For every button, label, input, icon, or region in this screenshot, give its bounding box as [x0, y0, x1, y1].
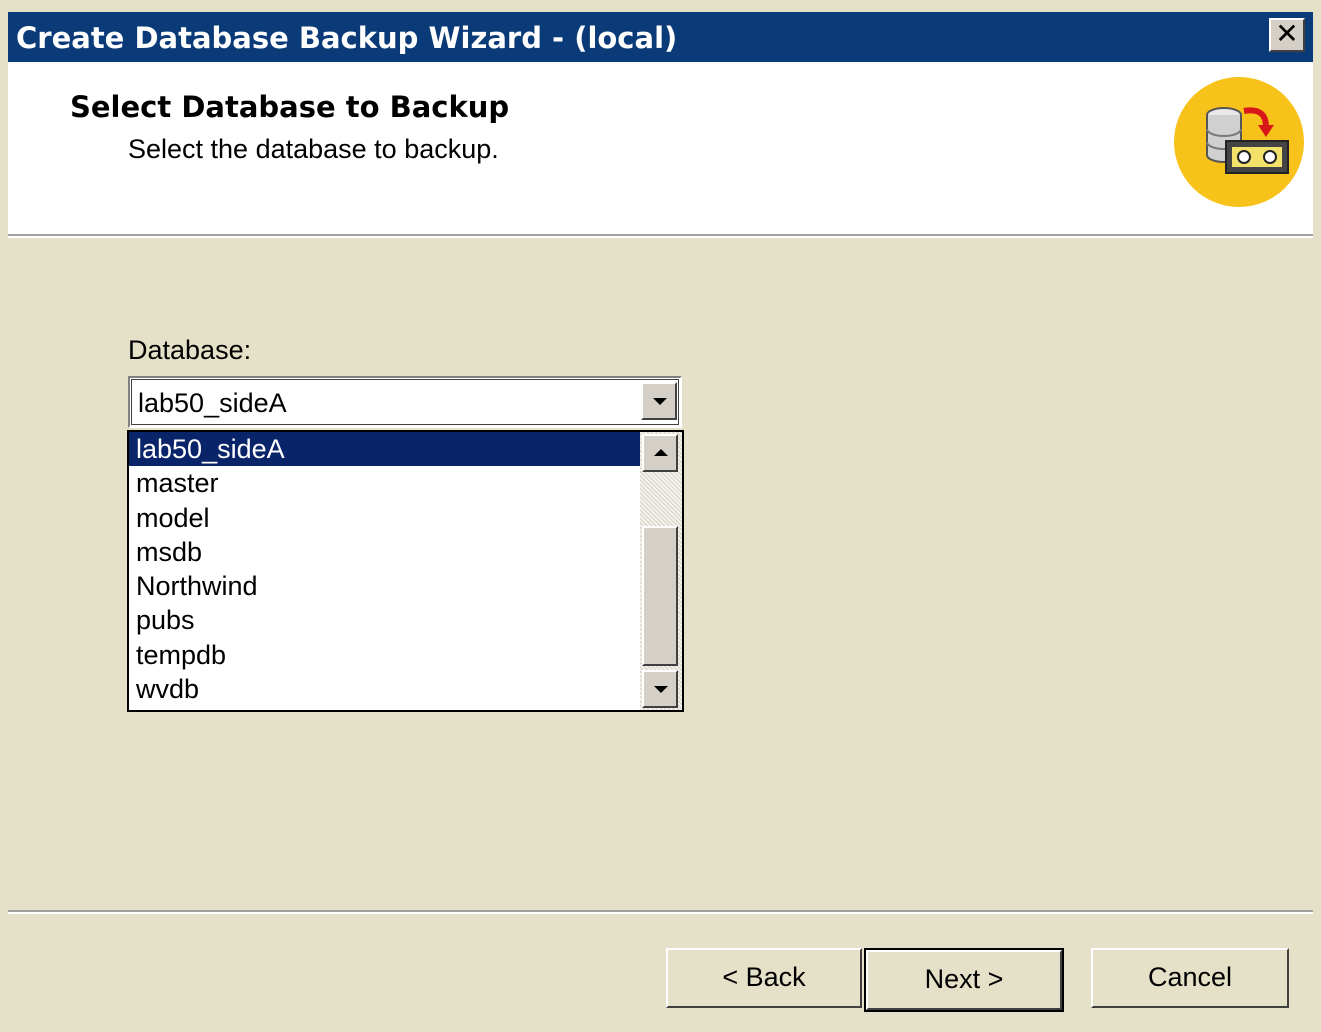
cancel-button[interactable]: Cancel	[1091, 948, 1289, 1008]
scrollbar-thumb[interactable]	[642, 526, 678, 666]
window-title: Create Database Backup Wizard - (local)	[16, 21, 678, 55]
chevron-up-icon	[654, 449, 668, 456]
list-item-northwind[interactable]: Northwind	[129, 569, 640, 603]
database-select-value: lab50_sideA	[138, 388, 287, 418]
option-list: lab50_sideA master model msdb Northwind …	[129, 432, 640, 706]
wizard-header: Select Database to Backup Select the dat…	[8, 62, 1313, 234]
database-label: Database:	[128, 335, 252, 365]
back-button[interactable]: < Back	[666, 948, 862, 1008]
scroll-down-button[interactable]	[642, 670, 678, 708]
title-bar: Create Database Backup Wizard - (local) …	[8, 12, 1313, 62]
wizard-window: Create Database Backup Wizard - (local) …	[0, 0, 1321, 1032]
scroll-up-button[interactable]	[642, 434, 678, 472]
database-dropdown-list[interactable]: lab50_sideA master model msdb Northwind …	[127, 430, 684, 712]
list-item-wvdb[interactable]: wvdb	[129, 672, 640, 706]
footer-divider-highlight	[8, 912, 1313, 914]
list-item-tempdb[interactable]: tempdb	[129, 638, 640, 672]
page-title: Select Database to Backup	[70, 90, 510, 124]
vertical-scrollbar[interactable]	[640, 432, 682, 710]
chevron-down-icon	[653, 398, 667, 405]
list-item-master[interactable]: master	[129, 466, 640, 500]
page-subtitle: Select the database to backup.	[128, 134, 499, 164]
list-item-lab50-sidea[interactable]: lab50_sideA	[129, 432, 640, 467]
database-select[interactable]: lab50_sideA	[128, 376, 682, 428]
list-item-msdb[interactable]: msdb	[129, 535, 640, 569]
list-item-model[interactable]: model	[129, 501, 640, 535]
database-backup-icon	[1174, 77, 1304, 207]
next-button[interactable]: Next >	[864, 948, 1064, 1012]
dropdown-button[interactable]	[641, 382, 677, 420]
close-icon: ✕	[1275, 17, 1299, 50]
close-button[interactable]: ✕	[1269, 18, 1305, 52]
header-divider-highlight	[8, 236, 1313, 238]
chevron-down-icon	[654, 686, 668, 693]
list-item-pubs[interactable]: pubs	[129, 603, 640, 637]
